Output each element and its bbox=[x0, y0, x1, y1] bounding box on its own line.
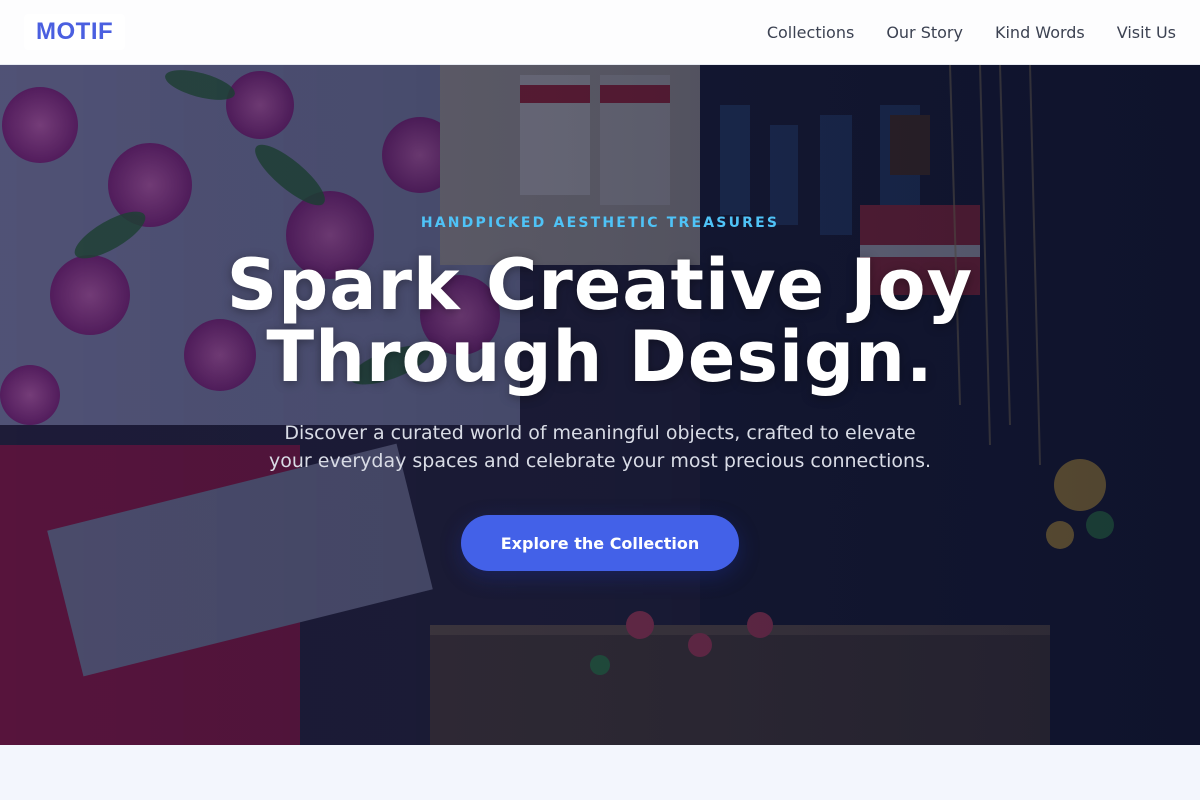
brand-logo[interactable]: MOTIF bbox=[24, 14, 126, 50]
hero-content: HANDPICKED AESTHETIC TREASURES Spark Cre… bbox=[0, 65, 1200, 745]
nav-link-collections[interactable]: Collections bbox=[767, 23, 854, 42]
hero-subtitle: Discover a curated world of meaningful o… bbox=[268, 422, 932, 472]
hero-headline-line-2: Through Design. bbox=[266, 316, 934, 398]
next-section bbox=[0, 745, 1200, 800]
hero-headline: Spark Creative Joy Through Design. bbox=[227, 249, 974, 393]
explore-collection-button[interactable]: Explore the Collection bbox=[461, 515, 739, 571]
hero-section: HANDPICKED AESTHETIC TREASURES Spark Cre… bbox=[0, 65, 1200, 745]
nav-link-visit-us[interactable]: Visit Us bbox=[1117, 23, 1176, 42]
main-nav: Collections Our Story Kind Words Visit U… bbox=[735, 23, 1176, 42]
nav-link-our-story[interactable]: Our Story bbox=[886, 23, 963, 42]
hero-headline-line-1: Spark Creative Joy bbox=[226, 244, 974, 326]
nav-link-kind-words[interactable]: Kind Words bbox=[995, 23, 1085, 42]
hero-eyebrow: HANDPICKED AESTHETIC TREASURES bbox=[420, 215, 780, 231]
top-navbar: MOTIF Collections Our Story Kind Words V… bbox=[0, 0, 1200, 65]
